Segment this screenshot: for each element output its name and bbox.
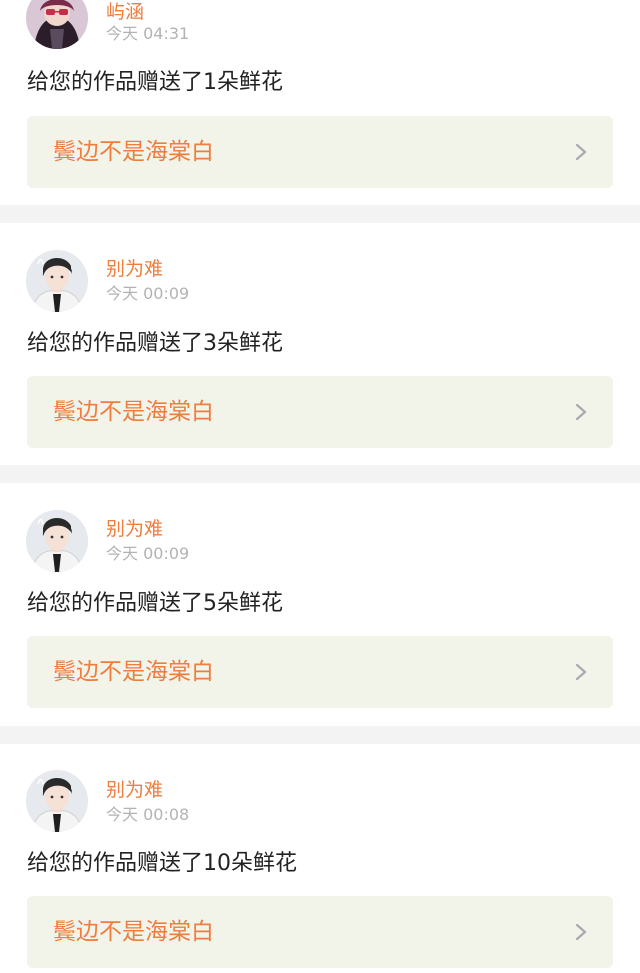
avatar[interactable] [26,510,88,572]
avatar-girl-sunglasses-icon [26,0,88,49]
avatar[interactable] [26,250,88,312]
timestamp: 今天 00:09 [106,544,190,563]
chevron-right-icon [575,923,587,941]
username[interactable]: 别为难 [106,257,163,281]
work-title: 鬓边不是海棠白 [53,919,214,945]
gift-message: 给您的作品赠送了5朵鲜花 [27,591,283,616]
notification-card: 别为难 今天 00:09 给您的作品赠送了3朵鲜花 鬓边不是海棠白 [0,223,640,465]
avatar[interactable] [26,770,88,832]
notification-card: 别为难 今天 00:08 给您的作品赠送了10朵鲜花 鬓边不是海棠白 [0,744,640,973]
work-title: 鬓边不是海棠白 [53,139,214,165]
avatar-boy-icon [26,250,88,312]
notification-card: 别为难 今天 00:09 给您的作品赠送了5朵鲜花 鬓边不是海棠白 [0,483,640,726]
work-link[interactable]: 鬓边不是海棠白 [27,636,613,708]
work-title: 鬓边不是海棠白 [53,399,214,425]
username[interactable]: 别为难 [106,778,163,802]
work-link[interactable]: 鬓边不是海棠白 [27,376,613,448]
card-separator [0,465,640,483]
username[interactable]: 别为难 [106,517,163,541]
notification-card: 屿涵 今天 04:31 给您的作品赠送了1朵鲜花 鬓边不是海棠白 [0,0,640,205]
gift-message: 给您的作品赠送了3朵鲜花 [27,331,283,356]
gift-message: 给您的作品赠送了1朵鲜花 [27,70,283,95]
chevron-right-icon [575,663,587,681]
notification-feed: 屿涵 今天 04:31 给您的作品赠送了1朵鲜花 鬓边不是海棠白 别为难 今天 … [0,0,640,973]
avatar-boy-icon [26,510,88,572]
work-link[interactable]: 鬓边不是海棠白 [27,896,613,968]
timestamp: 今天 00:08 [106,805,190,824]
work-title: 鬓边不是海棠白 [53,659,214,685]
avatar[interactable] [26,0,88,49]
timestamp: 今天 00:09 [106,284,190,303]
gift-message: 给您的作品赠送了10朵鲜花 [27,851,297,876]
timestamp: 今天 04:31 [106,24,190,43]
card-separator [0,205,640,223]
chevron-right-icon [575,403,587,421]
avatar-boy-icon [26,770,88,832]
work-link[interactable]: 鬓边不是海棠白 [27,116,613,188]
username[interactable]: 屿涵 [106,0,144,24]
chevron-right-icon [575,143,587,161]
card-separator [0,726,640,744]
